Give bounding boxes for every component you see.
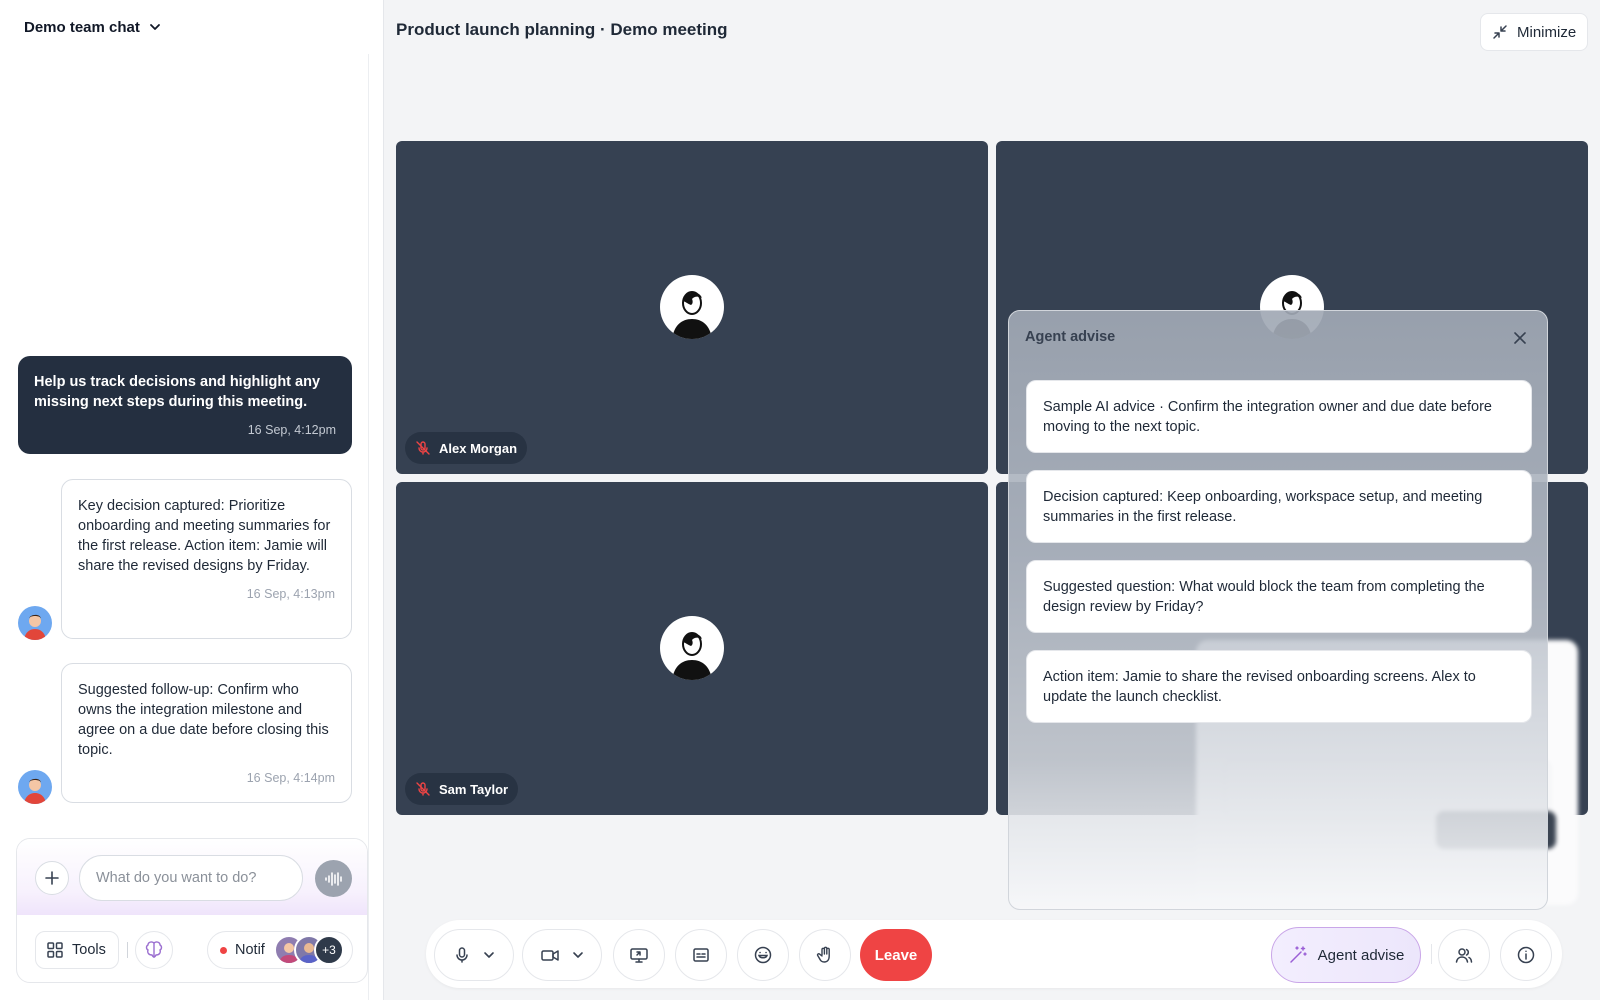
message-text: Help us track decisions and highlight an…: [34, 374, 321, 410]
divider: [127, 942, 128, 958]
participant-placeholder-avatar: [660, 275, 724, 339]
voice-button[interactable]: [315, 860, 352, 897]
user-message: Help us track decisions and highlight an…: [18, 356, 352, 454]
people-icon: [1455, 948, 1473, 963]
message-timestamp: 16 Sep, 4:13pm: [246, 587, 335, 601]
microphone-icon: [456, 947, 468, 963]
video-tile[interactable]: Sam Taylor: [396, 482, 988, 815]
minimize-label: Minimize: [1517, 23, 1577, 41]
mic-muted-icon: [416, 441, 430, 455]
participants-button[interactable]: [1438, 929, 1490, 981]
brain-icon: [145, 941, 163, 958]
hand-icon: [816, 946, 830, 963]
camera-button[interactable]: [522, 929, 602, 981]
chevron-down-icon: [484, 952, 494, 958]
emoji-icon: [754, 946, 772, 964]
participant-label: Sam Taylor: [405, 773, 519, 805]
agent-avatar: [18, 770, 52, 804]
video-tile[interactable]: Alex Morgan: [396, 141, 988, 474]
participant-label: Alex Morgan: [405, 432, 528, 464]
info-icon: [1517, 946, 1535, 964]
chat-title: Demo team chat: [24, 18, 140, 36]
screen-share-button[interactable]: [613, 929, 665, 981]
divider: [1431, 944, 1432, 964]
tools-button[interactable]: Tools: [35, 931, 119, 969]
chat-header[interactable]: Demo team chat: [0, 0, 370, 54]
agent-advise-panel: Agent advise Sample AI advice · Confirm …: [1008, 310, 1548, 910]
minimize-icon: [1493, 25, 1507, 39]
participant-name: Sam Taylor: [439, 781, 509, 797]
agent-message: Key decision captured: Prioritize onboar…: [61, 479, 352, 639]
advice-card[interactable]: Suggested question: What would block the…: [1026, 560, 1532, 633]
message-timestamp: 16 Sep, 4:12pm: [247, 423, 336, 437]
notifications-button[interactable]: Notif +3: [207, 931, 353, 969]
plus-icon: [45, 871, 59, 885]
participant-placeholder-avatar: [660, 616, 724, 680]
chevron-down-icon: [573, 952, 583, 958]
magic-wand-icon: [1289, 946, 1307, 963]
participant-name: Alex Morgan: [439, 440, 518, 456]
meeting-toolbar: Leave Agent advise: [426, 920, 1562, 988]
brain-button[interactable]: [135, 931, 173, 969]
message-text: Key decision captured: Prioritize onboar…: [78, 498, 331, 574]
reactions-button[interactable]: [737, 929, 789, 981]
agent-advise-label: Agent advise: [1317, 946, 1405, 964]
captions-button[interactable]: [675, 929, 727, 981]
agent-message: Suggested follow-up: Confirm who owns th…: [61, 663, 352, 803]
message-composer: Tools Notif +3: [16, 838, 368, 983]
meeting-title: Product launch planning · Demo meeting: [396, 20, 728, 39]
grid-icon: [47, 942, 63, 958]
microphone-button[interactable]: [434, 929, 514, 981]
waveform-icon: [324, 871, 342, 886]
agent-avatar: [18, 606, 52, 640]
close-icon: [1514, 332, 1526, 344]
raise-hand-button[interactable]: [799, 929, 851, 981]
minimize-button[interactable]: Minimize: [1480, 13, 1588, 51]
tools-label: Tools: [72, 942, 106, 958]
agent-advise-button[interactable]: Agent advise: [1271, 927, 1421, 983]
status-dot: [220, 946, 227, 954]
info-button[interactable]: [1500, 929, 1552, 981]
leave-button[interactable]: Leave: [860, 929, 932, 981]
more-count-badge: +3: [314, 935, 344, 965]
panel-title: Agent advise: [1025, 329, 1116, 345]
message-timestamp: 16 Sep, 4:14pm: [246, 771, 335, 785]
advice-card[interactable]: Action item: Jamie to share the revised …: [1026, 650, 1532, 723]
captions-icon: [693, 948, 709, 962]
mic-muted-icon: [416, 782, 430, 796]
advice-card[interactable]: Sample AI advice · Confirm the integrati…: [1026, 380, 1532, 453]
participant-avatars: +3: [274, 935, 344, 965]
message-text: Suggested follow-up: Confirm who owns th…: [78, 682, 329, 758]
scroll-track: [368, 54, 369, 1000]
camera-icon: [541, 950, 559, 961]
screen-share-icon: [630, 948, 648, 963]
close-button[interactable]: [1511, 329, 1529, 347]
message-input[interactable]: [79, 855, 303, 901]
chat-panel: Demo team chat Help us track decisions a…: [0, 0, 384, 1000]
add-button[interactable]: [35, 861, 69, 895]
chevron-down-icon[interactable]: [148, 20, 162, 34]
advice-card[interactable]: Decision captured: Keep onboarding, work…: [1026, 470, 1532, 543]
notif-label: Notif: [235, 942, 265, 958]
